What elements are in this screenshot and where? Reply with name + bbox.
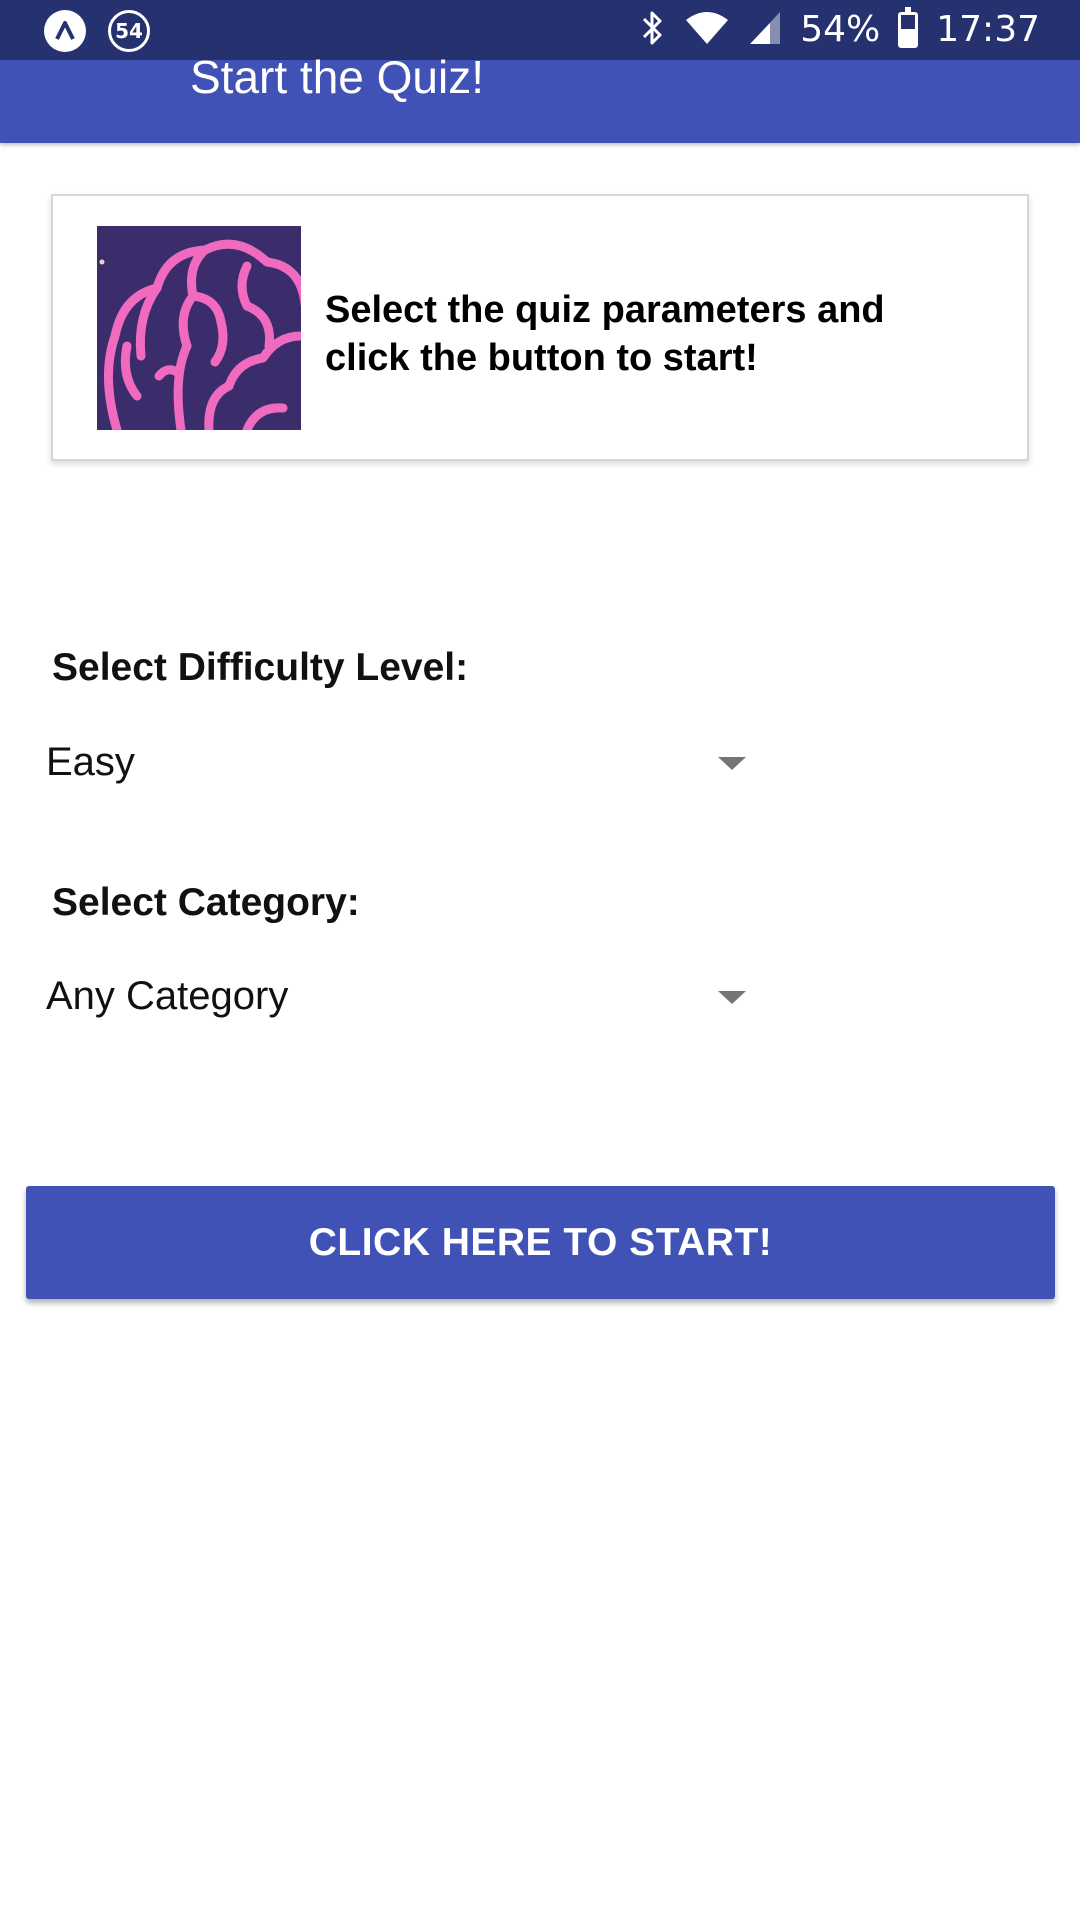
- chevron-down-icon: [718, 757, 746, 770]
- difficulty-selected-value: Easy: [46, 739, 135, 784]
- start-quiz-button[interactable]: CLICK HERE TO START!: [26, 1186, 1055, 1299]
- wifi-icon: [684, 10, 730, 51]
- category-label: Select Category:: [52, 881, 360, 924]
- status-bar: 54 54% 17:37: [0, 0, 1080, 60]
- difficulty-dropdown[interactable]: Easy: [46, 727, 746, 797]
- status-bar-left: 54: [44, 10, 150, 52]
- intro-instructions: Select the quiz parameters and click the…: [325, 289, 885, 379]
- category-dropdown[interactable]: Any Category: [46, 961, 746, 1031]
- battery-percent: 54%: [800, 9, 881, 50]
- difficulty-label: Select Difficulty Level:: [52, 646, 469, 689]
- notification-count: 54: [115, 19, 143, 43]
- app-logo-icon: [44, 10, 86, 52]
- status-bar-right: 54% 17:37: [640, 0, 1040, 60]
- app-bar: Start the Quiz!: [0, 54, 1080, 143]
- category-selected-value: Any Category: [46, 973, 289, 1018]
- intro-card: Select the quiz parameters and click the…: [51, 194, 1029, 461]
- battery-icon: [898, 7, 919, 48]
- battery-level-fill: [901, 28, 916, 45]
- chevron-down-icon: [718, 991, 746, 1004]
- page-title: Start the Quiz!: [190, 51, 485, 103]
- bluetooth-icon: [640, 9, 666, 52]
- brain-icon: [97, 226, 301, 430]
- cell-signal-icon: [748, 10, 782, 51]
- clock-time: 17:37: [936, 9, 1040, 50]
- notification-badge-icon: 54: [108, 10, 150, 52]
